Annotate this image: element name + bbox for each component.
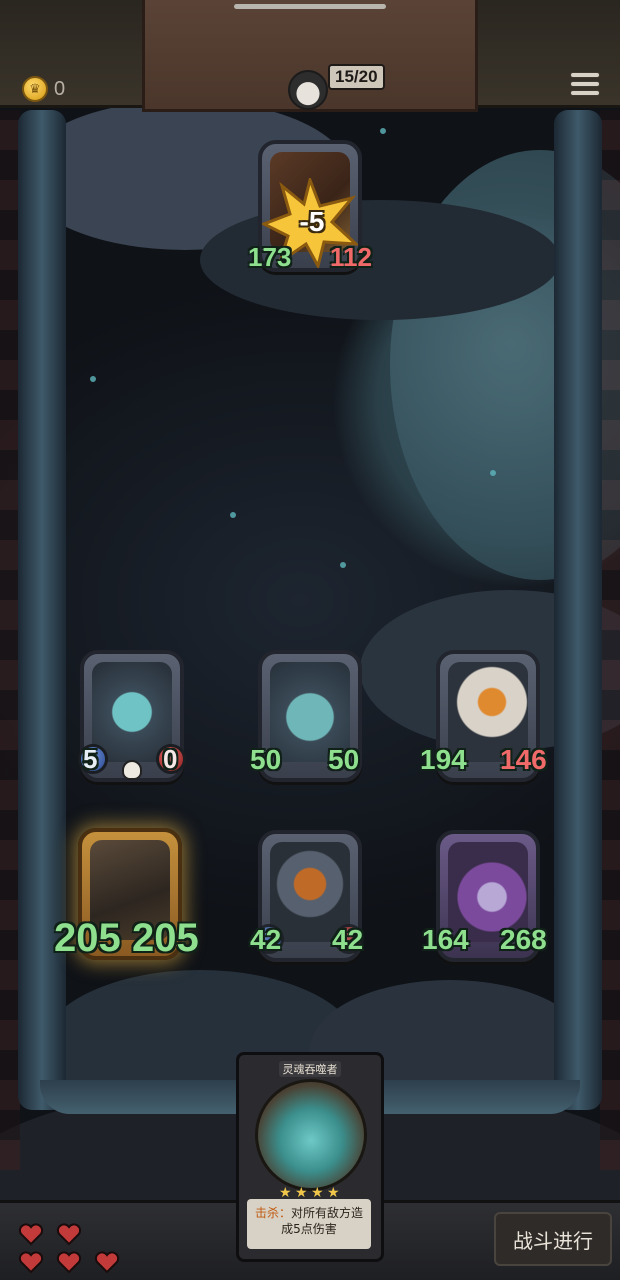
star-sparkle: [90, 376, 96, 382]
unit-health: 50: [328, 744, 360, 775]
unit-attack: 50: [250, 744, 282, 775]
heart-icon: [94, 1251, 120, 1274]
coin-icon: ♛: [22, 76, 48, 102]
soul-devourer-art: [255, 1079, 367, 1191]
heart-icon: [56, 1251, 82, 1274]
damage-popup: -5: [299, 206, 325, 237]
enemy-health: 112: [330, 242, 372, 272]
hand-card-title: 灵魂吞噬者: [279, 1061, 341, 1077]
unit-attack: 205: [54, 916, 121, 960]
unit-health: 146: [500, 744, 547, 775]
star-sparkle: [490, 470, 496, 476]
skull-icon: [122, 760, 142, 780]
unit-health: 42: [332, 924, 364, 955]
unit-attack: 42: [250, 924, 282, 955]
hero-avatar[interactable]: [288, 70, 328, 110]
menu-icon[interactable]: [570, 72, 600, 102]
star-sparkle: [230, 512, 236, 518]
home-indicator: [234, 4, 386, 9]
heart-icon: [56, 1223, 82, 1246]
heart-icon: [18, 1223, 44, 1246]
battle-button[interactable]: 战斗进行: [494, 1212, 612, 1266]
star-sparkle: [340, 562, 346, 568]
hand-card[interactable]: 灵魂吞噬者 ★ ★ ★ ★ 击杀：对所有敌方造成5点伤害: [236, 1052, 384, 1262]
coin-count: 0: [54, 78, 66, 100]
unit-health: 268: [500, 924, 547, 955]
hand-card-effect: 对所有敌方造成5点伤害: [281, 1206, 364, 1236]
side-decoration: [0, 110, 20, 1170]
unit-attack: 194: [420, 744, 467, 775]
hand-card-description: 击杀：对所有敌方造成5点伤害: [247, 1199, 371, 1249]
unit-attack: 164: [422, 924, 469, 955]
side-decoration: [600, 110, 620, 1170]
board-frame-left: [18, 110, 66, 1110]
board-frame-right: [554, 110, 602, 1110]
enemy-attack: 173: [248, 242, 292, 272]
unit-health: 0: [163, 744, 178, 774]
heart-icon: [18, 1251, 44, 1274]
star-sparkle: [380, 128, 386, 134]
unit-health: 205: [132, 916, 199, 960]
unit-attack: 5: [83, 744, 98, 774]
hand-card-keyword: 击杀：: [254, 1206, 291, 1220]
hero-counter: 15/20: [328, 64, 385, 90]
